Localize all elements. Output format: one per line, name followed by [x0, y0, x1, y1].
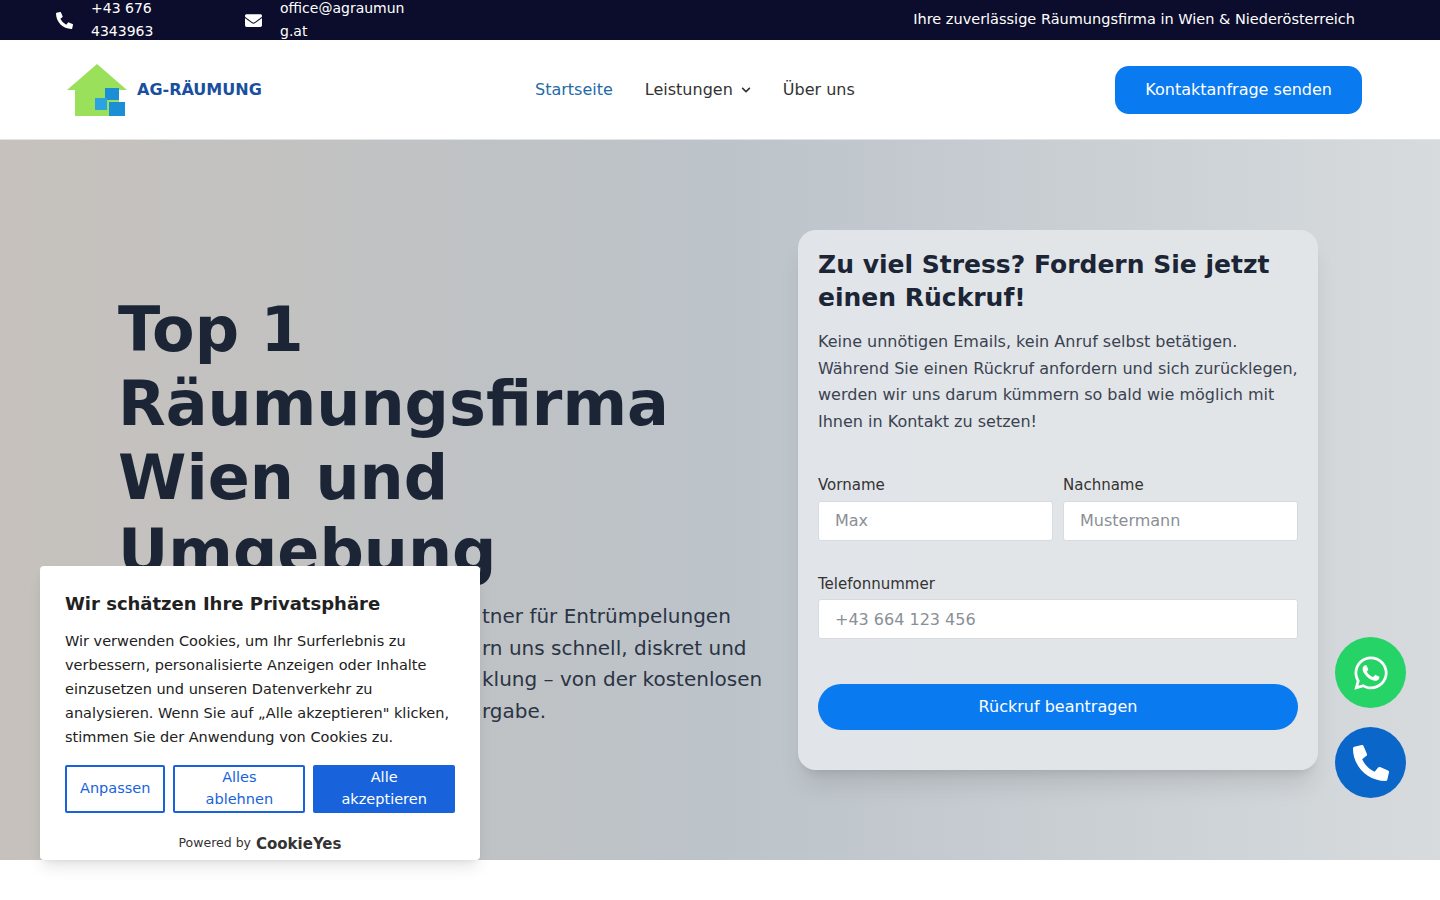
cookie-banner: Wir schätzen Ihre Privatsphäre Wir verwen…: [40, 566, 480, 860]
whatsapp-icon: [1352, 654, 1390, 692]
form-field: Telefonnummer: [818, 573, 1298, 640]
field-label: Nachname: [1063, 474, 1298, 497]
email-text: office@agraumung.at: [280, 0, 406, 43]
logo-text: AG-RÄUMUNG: [137, 78, 262, 102]
navbar: AG-RÄUMUNG Startseite Leistungen Über uns Ko…: [0, 40, 1440, 140]
callback-form: Zu viel Stress? Fordern Sie jetzt einen …: [798, 230, 1318, 770]
name-row: Vorname Nachname: [818, 474, 1298, 541]
nav-link[interactable]: Startseite: [535, 78, 613, 102]
field-label: Vorname: [818, 474, 1053, 497]
text-input[interactable]: [818, 599, 1298, 639]
floating-buttons: [1335, 637, 1406, 798]
phone-contact[interactable]: +43 676 4343963: [56, 0, 163, 43]
submit-button[interactable]: Rückruf beantragen: [818, 684, 1298, 730]
text-input[interactable]: [1063, 501, 1298, 541]
form-text: Keine unnötigen Emails, kein Anruf selbs…: [818, 329, 1298, 435]
cookie-title: Wir schätzen Ihre Privatsphäre: [65, 590, 455, 617]
cookie-text: Wir verwenden Cookies, um Ihr Surferlebn…: [65, 629, 455, 749]
hero-heading: Top 1 Räumungsfirma Wien und Umgebung: [118, 293, 738, 589]
hero-paragraph: tner für Entrümpelungenrn uns schnell, d…: [482, 601, 798, 727]
phone-text: +43 676 4343963: [91, 0, 163, 43]
chevron-down-icon: [741, 85, 751, 95]
cookie-button[interactable]: Alles ablehnen: [173, 765, 305, 813]
house-logo-icon: [65, 62, 133, 118]
tagline: Ihre zuverlässige Räumungsfirma in Wien …: [913, 9, 1384, 31]
form-title: Zu viel Stress? Fordern Sie jetzt einen …: [818, 248, 1298, 314]
cookie-powered: Powered byCookieYes: [65, 833, 455, 856]
call-button[interactable]: [1335, 727, 1406, 798]
email-contact[interactable]: office@agraumung.at: [245, 0, 406, 43]
cookie-button[interactable]: Anpassen: [65, 765, 165, 813]
nav-link[interactable]: Leistungen: [645, 78, 751, 102]
nav-links: Startseite Leistungen Über uns: [535, 78, 855, 102]
contact-button[interactable]: Kontaktanfrage senden: [1115, 66, 1362, 114]
mail-icon: [245, 12, 262, 29]
whatsapp-button[interactable]: [1335, 637, 1406, 708]
form-field: Nachname: [1063, 474, 1298, 541]
phone-icon: [56, 12, 73, 29]
logo[interactable]: AG-RÄUMUNG: [65, 62, 535, 118]
hero: Top 1 Räumungsfirma Wien und Umgebungtne…: [0, 140, 1440, 860]
field-label: Telefonnummer: [818, 573, 1298, 596]
page: +43 676 4343963 office@agraumung.at Ihre z…: [0, 0, 1440, 900]
top-bar: +43 676 4343963 office@agraumung.at Ihre z…: [0, 0, 1440, 40]
cookie-buttons: AnpassenAlles ablehnenAlle akzeptieren: [65, 765, 455, 813]
cookie-button[interactable]: Alle akzeptieren: [313, 765, 455, 813]
nav-link[interactable]: Über uns: [783, 78, 855, 102]
text-input[interactable]: [818, 501, 1053, 541]
phone-icon: [1353, 745, 1389, 781]
form-field: Vorname: [818, 474, 1053, 541]
